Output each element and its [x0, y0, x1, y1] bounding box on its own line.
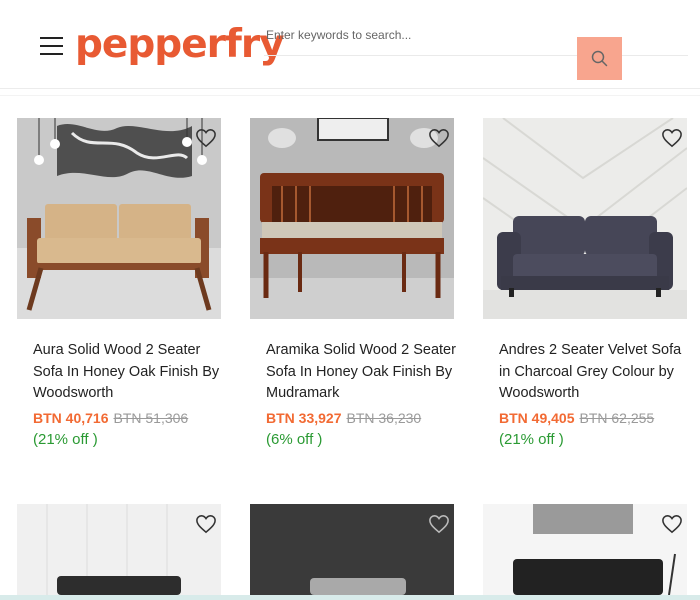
- product-image[interactable]: [483, 118, 687, 319]
- logo[interactable]: pepperfry: [75, 22, 285, 67]
- header: pepperfry: [0, 0, 700, 96]
- discount-label: (6% off ): [266, 431, 323, 448]
- heart-icon[interactable]: [428, 128, 450, 148]
- price-row: BTN 40,716 BTN 51,306: [33, 410, 188, 426]
- menu-icon[interactable]: [40, 37, 64, 55]
- search-icon: [591, 50, 608, 67]
- discount-label: (21% off ): [499, 431, 564, 448]
- search-underline: [264, 55, 688, 56]
- product-image[interactable]: [250, 118, 454, 319]
- search-input[interactable]: [264, 22, 583, 48]
- heart-icon[interactable]: [428, 514, 450, 534]
- price-row: BTN 33,927 BTN 36,230: [266, 410, 421, 426]
- heart-icon[interactable]: [661, 128, 683, 148]
- divider: [0, 95, 700, 96]
- product-image[interactable]: [17, 504, 221, 595]
- original-price: BTN 51,306: [113, 410, 189, 426]
- product-image[interactable]: [483, 504, 687, 595]
- price-row: BTN 49,405 BTN 62,255: [499, 410, 654, 426]
- product-price: BTN 33,927: [266, 410, 342, 426]
- product-price: BTN 49,405: [499, 410, 575, 426]
- heart-icon[interactable]: [195, 128, 217, 148]
- product-title[interactable]: Andres 2 Seater Velvet Sofa in Charcoal …: [499, 340, 689, 405]
- product-title[interactable]: Aura Solid Wood 2 Seater Sofa In Honey O…: [33, 340, 223, 405]
- bottom-bar: [0, 595, 700, 600]
- heart-icon[interactable]: [195, 514, 217, 534]
- heart-icon[interactable]: [661, 514, 683, 534]
- original-price: BTN 36,230: [346, 410, 422, 426]
- discount-label: (21% off ): [33, 431, 98, 448]
- product-title[interactable]: Aramika Solid Wood 2 Seater Sofa In Hone…: [266, 340, 456, 405]
- product-price: BTN 40,716: [33, 410, 109, 426]
- divider: [0, 88, 700, 89]
- original-price: BTN 62,255: [579, 410, 655, 426]
- product-image[interactable]: [17, 118, 221, 319]
- product-image[interactable]: [250, 504, 454, 595]
- search-button[interactable]: [577, 37, 622, 80]
